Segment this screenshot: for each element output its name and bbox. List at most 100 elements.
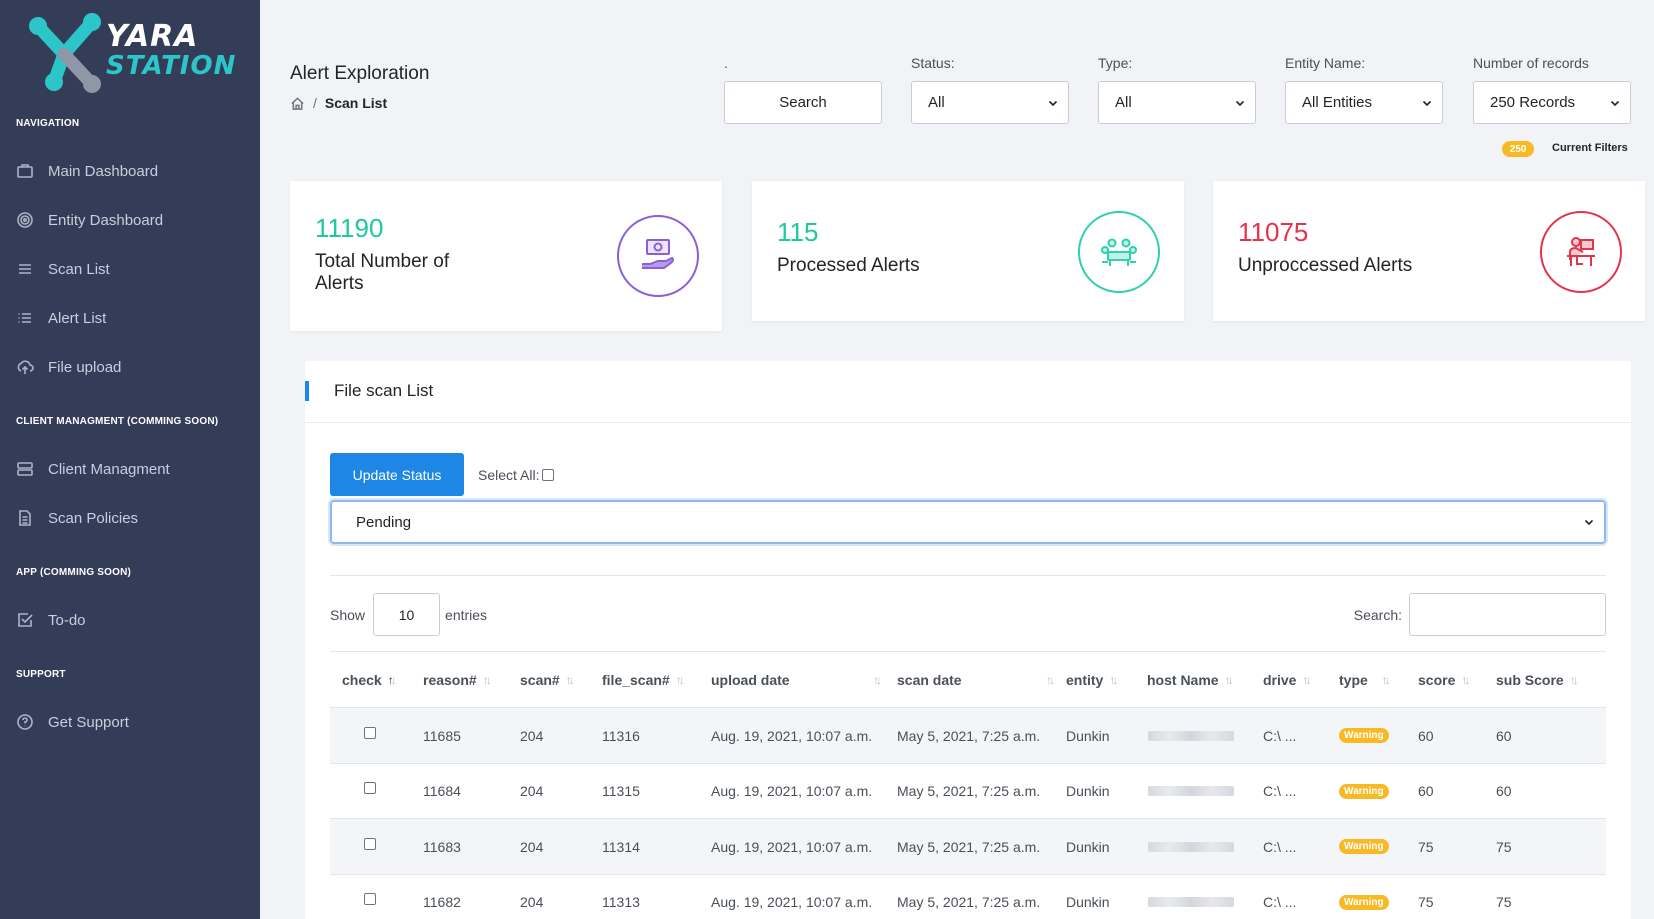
column-label: reason#	[423, 672, 477, 688]
column-header-host-name[interactable]: host Name ↑↓	[1147, 652, 1234, 708]
select-all: Select All:	[478, 467, 555, 483]
column-header-file-scan[interactable]: file_scan# ↑↓	[602, 652, 685, 708]
sort-icon: ↑↓	[1224, 673, 1234, 687]
chevron-down-icon	[1584, 519, 1594, 526]
warning-badge: Warning	[1339, 783, 1389, 799]
status-select[interactable]: All	[911, 81, 1069, 124]
records-filter-label: Number of records	[1473, 55, 1589, 71]
row-checkbox[interactable]	[364, 726, 376, 739]
sidebar-item-todo[interactable]: To-do	[16, 604, 246, 636]
status-filter: Status: All	[911, 55, 1069, 124]
column-label: type	[1339, 672, 1368, 688]
row-checkbox[interactable]	[364, 893, 376, 905]
cell-entity: Dunkin	[1066, 838, 1110, 855]
entity-select-value: All Entities	[1302, 94, 1373, 111]
column-header-type[interactable]: type ↑↓	[1339, 652, 1391, 708]
server-icon	[17, 462, 33, 476]
sidebar-item-label: Client Managment	[48, 460, 170, 478]
sidebar-item-label: File upload	[48, 358, 122, 376]
type-filter: Type: All	[1098, 55, 1256, 124]
chevron-down-icon	[1048, 100, 1058, 106]
cell-file-scan: 11314	[602, 838, 640, 855]
sidebar-item-get-support[interactable]: Get Support	[16, 706, 246, 738]
show-entries: Show 10 entries	[330, 593, 487, 636]
list-icon	[19, 264, 31, 274]
entries-input[interactable]: 10	[373, 593, 441, 636]
records-select[interactable]: 250 Records	[1473, 81, 1631, 124]
table-search-input[interactable]	[1409, 593, 1606, 636]
sidebar-item-label: Main Dashboard	[48, 162, 159, 180]
table-search: Search:	[1354, 593, 1606, 636]
document-icon	[19, 510, 31, 526]
cell-drive: C:\ ...	[1263, 727, 1297, 744]
sidebar-item-main-dashboard[interactable]: Main Dashboard	[16, 155, 246, 187]
sidebar-item-label: Scan Policies	[48, 509, 139, 527]
column-header-sub-score[interactable]: sub Score ↑↓	[1496, 652, 1579, 708]
cell-upload-date: Aug. 19, 2021, 10:07 a.m.	[711, 727, 873, 744]
yara-station-logo[interactable]: YARA STATION	[24, 12, 235, 96]
sidebar-item-entity-dashboard[interactable]: Entity Dashboard	[16, 204, 246, 236]
cell-type: Warning	[1339, 819, 1389, 874]
redacted-host-name	[1148, 786, 1234, 796]
nav-section-app: APP (COMMING SOON)	[16, 567, 132, 578]
cell-host-name	[1148, 819, 1234, 874]
status-update-value: Pending	[356, 513, 412, 531]
cell-scan-date: May 5, 2021, 7:25 a.m.	[897, 838, 1041, 855]
stat-total-label: Total Number of Alerts	[315, 251, 450, 294]
sort-icon: ↑↓	[1381, 673, 1391, 687]
row-checkbox[interactable]	[364, 837, 376, 850]
stat-card-total: 11190 Total Number of Alerts	[290, 181, 722, 331]
redacted-host-name	[1148, 730, 1234, 741]
sidebar-item-file-upload[interactable]: File upload	[16, 351, 246, 383]
cell-drive: C:\ ...	[1263, 783, 1297, 799]
select-all-checkbox[interactable]	[542, 469, 555, 481]
cell-upload-date: Aug. 19, 2021, 10:07 a.m.	[711, 894, 873, 910]
show-label: Show	[330, 606, 366, 623]
breadcrumb: / Scan List	[290, 95, 387, 111]
column-header-check[interactable]: check ↑↓	[342, 652, 397, 708]
cell-type: Warning	[1339, 764, 1389, 819]
cell-scan: 204	[520, 838, 544, 855]
sidebar-item-scan-policies[interactable]: Scan Policies	[16, 502, 246, 534]
warning-badge: Warning	[1339, 839, 1389, 854]
cell-score: 60	[1418, 727, 1434, 744]
search-button[interactable]: Search	[724, 81, 882, 124]
cell-file-scan: 11313	[602, 894, 640, 910]
cell-type: Warning	[1339, 708, 1389, 763]
sort-icon: ↑↓	[565, 673, 575, 687]
table-row[interactable]: 11683 204 11314 Aug. 19, 2021, 10:07 a.m…	[330, 819, 1606, 875]
update-status-button[interactable]: Update Status	[330, 453, 464, 496]
sort-icon: ↑↓	[482, 673, 492, 687]
column-header-drive[interactable]: drive ↑↓	[1263, 652, 1311, 708]
sidebar-item-client-management[interactable]: Client Managment	[16, 453, 246, 485]
file-scan-panel: File scan List Update Status Select All:…	[305, 361, 1631, 919]
cloud-upload-icon	[17, 360, 34, 374]
stat-processed-number: 115	[777, 217, 819, 247]
column-header-reason[interactable]: reason# ↑↓	[423, 652, 492, 708]
cell-scan: 204	[520, 894, 544, 910]
home-icon[interactable]	[290, 96, 305, 111]
row-checkbox[interactable]	[364, 782, 376, 794]
scan-table: check ↑↓ reason# ↑↓ scan# ↑↓ file_scan# ↑↓ u…	[330, 651, 1606, 919]
money-hand-icon	[617, 215, 699, 297]
status-filter-label: Status:	[911, 55, 955, 71]
logo-mark-icon	[29, 13, 101, 93]
cell-score: 75	[1418, 894, 1434, 910]
column-header-scan[interactable]: scan# ↑↓	[520, 652, 575, 708]
table-row[interactable]: 11682 204 11313 Aug. 19, 2021, 10:07 a.m…	[330, 875, 1606, 919]
column-header-upload-date[interactable]: upload date ↑↓	[711, 652, 882, 708]
row-checkbox-cell	[364, 764, 376, 819]
column-header-score[interactable]: score ↑↓	[1418, 652, 1470, 708]
breadcrumb-separator: /	[313, 95, 317, 111]
column-header-scan-date[interactable]: scan date ↑↓	[897, 652, 1055, 708]
type-select[interactable]: All	[1098, 81, 1256, 124]
status-update-select[interactable]: Pending	[330, 500, 1606, 544]
entity-select[interactable]: All Entities	[1285, 81, 1443, 124]
table-row[interactable]: 11684 204 11315 Aug. 19, 2021, 10:07 a.m…	[330, 764, 1606, 819]
sidebar-item-alert-list[interactable]: Alert List	[16, 302, 246, 334]
column-header-entity[interactable]: entity ↑↓	[1066, 652, 1118, 708]
sidebar-item-scan-list[interactable]: Scan List	[16, 253, 246, 285]
cell-host-name	[1148, 708, 1234, 763]
table-row[interactable]: 11685 204 11316 Aug. 19, 2021, 10:07 a.m…	[330, 708, 1606, 764]
column-label: check	[342, 672, 382, 688]
